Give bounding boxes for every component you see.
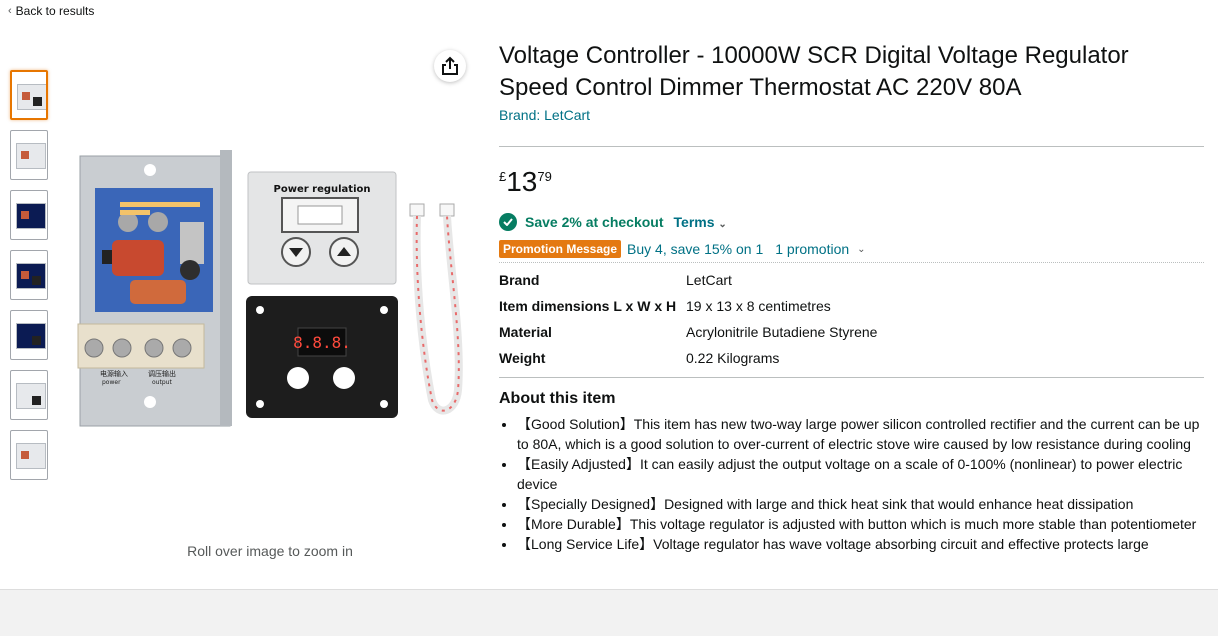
specs-table: Brand LetCart Item dimensions L x W x H 19… xyxy=(499,267,877,371)
spec-label: Weight xyxy=(499,350,546,366)
spec-value: 19 x 13 x 8 centimetres xyxy=(686,298,831,314)
coupon-text: Save 2% at checkout xyxy=(525,214,664,230)
promotion-badge: Promotion Message xyxy=(499,240,622,258)
board-sub-left: power xyxy=(102,379,121,386)
spec-label: Material xyxy=(499,324,552,340)
main-product-image[interactable]: 电源输入 调压输出 power output Power regulation … xyxy=(70,140,470,440)
spec-value: Acrylonitrile Butadiene Styrene xyxy=(686,324,878,340)
bullet-item: 【Good Solution】This item has new two-way… xyxy=(517,414,1204,454)
thumbnail-1[interactable] xyxy=(10,70,48,120)
price-symbol: £ xyxy=(499,169,507,184)
about-heading: About this item xyxy=(499,390,616,407)
price-whole: 13 xyxy=(506,166,538,197)
bullet-item: 【More Durable】This voltage regulator is … xyxy=(517,514,1204,534)
checkmark-icon xyxy=(499,213,517,231)
share-icon xyxy=(442,56,458,75)
thumbnail-3[interactable] xyxy=(10,190,48,240)
spec-row: Weight 0.22 Kilograms xyxy=(499,345,877,371)
share-button[interactable] xyxy=(434,50,466,82)
coupon-row: Save 2% at checkout Terms ⌄ xyxy=(499,213,1204,231)
bottom-bar xyxy=(0,589,1218,636)
product-details: Voltage Controller - 10000W SCR Digital … xyxy=(499,40,1204,554)
bullet-item: 【Long Service Life】Voltage regulator has… xyxy=(517,534,1204,554)
thumbnail-6[interactable] xyxy=(10,370,48,420)
thumbnail-2[interactable] xyxy=(10,130,48,180)
zoom-hint: Roll over image to zoom in xyxy=(187,543,353,559)
led-display: 8.8.8. xyxy=(293,333,351,352)
spec-row: Brand LetCart xyxy=(499,267,877,293)
spec-row: Material Acrylonitrile Butadiene Styrene xyxy=(499,319,877,345)
back-to-results-link[interactable]: ‹ Back to results xyxy=(8,4,94,18)
terms-label: Terms xyxy=(673,214,715,230)
about-bullets: 【Good Solution】This item has new two-way… xyxy=(499,414,1204,554)
panel-label: Power regulation xyxy=(274,184,371,195)
thumbnail-4[interactable] xyxy=(10,250,48,300)
spec-value: 0.22 Kilograms xyxy=(686,350,780,366)
board-sub-right: output xyxy=(152,379,172,386)
terms-link[interactable]: Terms ⌄ xyxy=(674,214,727,230)
back-to-results-label: Back to results xyxy=(15,4,95,18)
divider xyxy=(499,146,1204,147)
promotion-row: Promotion Message Buy 4, save 15% on 1 1… xyxy=(499,240,1204,263)
chevron-left-icon: ‹ xyxy=(8,5,12,17)
board-label-right: 调压输出 xyxy=(148,369,176,378)
brand-link[interactable]: Brand: LetCart xyxy=(499,107,590,123)
board-label-left: 电源输入 xyxy=(100,369,128,378)
promotion-link[interactable]: 1 promotion xyxy=(775,241,849,257)
thumbnail-7[interactable] xyxy=(10,430,48,480)
thumbnail-strip xyxy=(10,70,50,490)
chevron-down-icon: ⌄ xyxy=(718,219,727,230)
bullet-item: 【Easily Adjusted】It can easily adjust th… xyxy=(517,454,1204,494)
promotion-offer: Buy 4, save 15% on 1 xyxy=(627,241,764,257)
spec-row: Item dimensions L x W x H 19 x 13 x 8 cen… xyxy=(499,293,877,319)
bullet-item: 【Specially Designed】Designed with large … xyxy=(517,494,1204,514)
price-fraction: 79 xyxy=(537,169,552,184)
chevron-down-icon[interactable]: ⌄ xyxy=(857,244,865,255)
thumbnail-5[interactable] xyxy=(10,310,48,360)
price: £ 13 79 xyxy=(499,165,1204,199)
product-title: Voltage Controller - 10000W SCR Digital … xyxy=(499,42,1129,101)
spec-label: Item dimensions L x W x H xyxy=(499,298,677,314)
divider xyxy=(499,377,1204,378)
spec-value: LetCart xyxy=(686,272,732,288)
spec-label: Brand xyxy=(499,272,540,288)
